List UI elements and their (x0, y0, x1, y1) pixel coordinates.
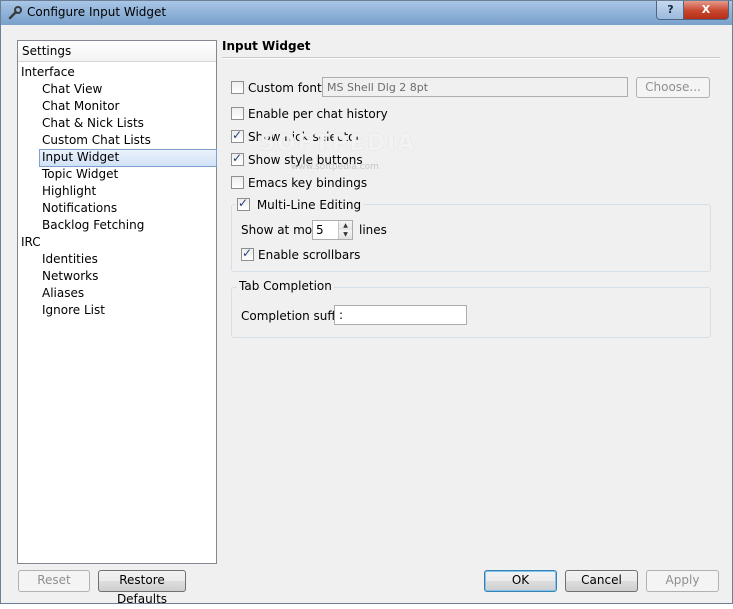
apply-button[interactable]: Apply (646, 570, 719, 592)
spin-up-icon[interactable]: ▲ (338, 221, 352, 230)
spin-down-icon[interactable]: ▼ (338, 230, 352, 239)
panel-title: Input Widget (222, 39, 311, 53)
cancel-button[interactable]: Cancel (565, 570, 638, 592)
multiline-label: Multi-Line Editing (256, 198, 362, 212)
nick-selector-checkbox[interactable] (231, 128, 244, 143)
tree-item[interactable]: Backlog Fetching (42, 217, 144, 233)
show-at-most-label: Show at most (241, 223, 324, 237)
panel-divider (222, 57, 720, 59)
tree-item[interactable]: IRC (21, 234, 41, 250)
tree-item[interactable]: Custom Chat Lists (42, 132, 151, 148)
tree-item[interactable]: Input Widget (39, 149, 217, 167)
tree-item[interactable]: Topic Widget (42, 166, 118, 182)
style-buttons-checkbox[interactable] (231, 151, 244, 166)
configure-dialog: Configure Input Widget ? X Settings Inte… (0, 0, 733, 606)
ok-button[interactable]: OK (484, 570, 557, 592)
scrollbars-checkbox[interactable] (241, 246, 254, 261)
emacs-label: Emacs key bindings (248, 176, 368, 190)
tab-completion-title: Tab Completion (237, 279, 334, 293)
tree-item[interactable]: Ignore List (42, 302, 105, 318)
title-bar[interactable]: Configure Input Widget ? X (1, 1, 732, 25)
completion-suffix-input[interactable]: : (334, 305, 467, 325)
tree-item[interactable]: Aliases (42, 285, 84, 301)
custom-font-checkbox[interactable] (231, 81, 244, 94)
tree-item[interactable]: Networks (42, 268, 98, 284)
window-title: Configure Input Widget (27, 5, 167, 19)
help-button[interactable]: ? (656, 1, 685, 20)
nick-selector-label: Show nick selector (248, 130, 361, 144)
close-button[interactable]: X (683, 1, 729, 20)
emacs-checkbox[interactable] (231, 176, 244, 189)
per-chat-history-checkbox[interactable] (231, 107, 244, 120)
tree-item[interactable]: Chat View (42, 81, 102, 97)
font-display-field: MS Shell Dlg 2 8pt (322, 77, 628, 97)
settings-tree[interactable]: Settings Interface Chat View Chat Monitor C… (17, 40, 217, 564)
choose-font-button[interactable]: Choose... (636, 77, 710, 98)
restore-defaults-button[interactable]: Restore Defaults (98, 570, 186, 606)
per-chat-history-label: Enable per chat history (248, 107, 388, 121)
wrench-icon (8, 6, 22, 20)
tree-item[interactable]: Highlight (42, 183, 96, 199)
tree-item[interactable]: Chat & Nick Lists (42, 115, 144, 131)
scrollbars-label: Enable scrollbars (258, 248, 361, 262)
tree-item[interactable]: Interface (21, 64, 75, 80)
lines-label: lines (359, 223, 387, 237)
multiline-group-header: Multi-Line Editing (235, 196, 364, 212)
tree-item[interactable]: Notifications (42, 200, 117, 216)
multiline-checkbox[interactable] (237, 196, 250, 211)
settings-tree-header[interactable]: Settings (18, 41, 216, 62)
lines-spinbox[interactable]: 5 ▲ ▼ (312, 220, 353, 240)
reset-button[interactable]: Reset (18, 570, 90, 592)
tree-item[interactable]: Identities (42, 251, 98, 267)
style-buttons-label: Show style buttons (248, 153, 363, 167)
custom-font-label: Custom font: (248, 81, 326, 95)
tree-item[interactable]: Chat Monitor (42, 98, 119, 114)
lines-value[interactable]: 5 (316, 223, 324, 237)
